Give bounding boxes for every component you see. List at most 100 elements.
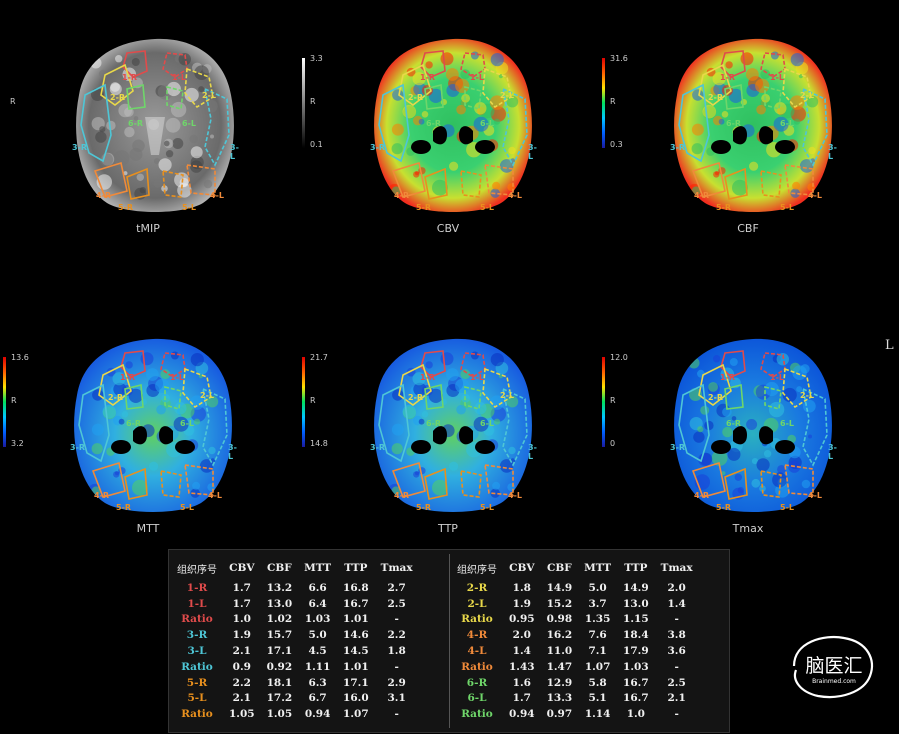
row-name: 1-L bbox=[187, 597, 207, 610]
mtt-colorbar: 13.6 R 3.2 bbox=[3, 353, 43, 453]
table-cell: 0.94 bbox=[509, 708, 535, 721]
region-tag: 1-R bbox=[420, 373, 436, 382]
table-cell: 12.9 bbox=[546, 676, 573, 689]
table-cell: 1.6 bbox=[512, 676, 531, 689]
region-tag: 5-R bbox=[716, 203, 732, 212]
table-row: 5-L 2.1 17.2 6.7 16.0 3.1 bbox=[171, 691, 419, 707]
table-cell: 1.4 bbox=[512, 645, 531, 658]
table-right: 组织序号 CBV CBF MTT TTP Tmax 2-R 1.8 14.9 5.0 14.9 2.0… bbox=[451, 556, 699, 722]
region-tag: 4-L bbox=[208, 491, 222, 500]
region-tag: 3-R bbox=[670, 143, 686, 152]
table-cell: - bbox=[674, 708, 679, 721]
table-cell: 16.7 bbox=[343, 597, 369, 610]
table-cell: 1.7 bbox=[232, 581, 251, 594]
table-cell: 14.5 bbox=[343, 645, 369, 658]
table-header: Tmax bbox=[380, 562, 413, 574]
table-header: CBF bbox=[267, 562, 292, 574]
tmax-colorbar: 12.0 R 0 bbox=[602, 353, 642, 453]
table-cell: 15.7 bbox=[266, 629, 293, 642]
region-tag: 3-L bbox=[228, 443, 237, 461]
table-cell: 1.0 bbox=[232, 613, 251, 626]
table-cell: 1.9 bbox=[232, 629, 251, 642]
tmax-label: Tmax bbox=[732, 522, 764, 535]
table-cell: 1.11 bbox=[304, 660, 331, 673]
table-cell: 3.1 bbox=[387, 692, 406, 705]
region-tag: 6-R bbox=[426, 419, 442, 428]
region-tag: 6-L bbox=[182, 119, 196, 128]
region-tag: 4-R bbox=[94, 491, 110, 500]
cbv-brain-map: 1-R 1-L 2-R 2-L 3-R 3-L 4-R 4-L 5-R 5-L 6-R 6-L bbox=[368, 33, 538, 221]
region-tag: 5-L bbox=[480, 503, 494, 512]
table-cell: 6.4 bbox=[308, 597, 327, 610]
mtt-label: MTT bbox=[136, 522, 160, 535]
table-row: Ratio 1.43 1.47 1.07 1.03 - bbox=[451, 659, 699, 675]
region-tag: 1-R bbox=[120, 373, 136, 382]
table-cell: - bbox=[394, 660, 399, 673]
table-header: TTP bbox=[624, 562, 648, 574]
region-tag: 2-R bbox=[708, 393, 724, 402]
table-cell: 3.8 bbox=[667, 629, 686, 642]
region-tag: 5-R bbox=[116, 503, 132, 512]
ttp-colorbar: 21.7 R 14.8 bbox=[302, 353, 342, 453]
table-row: 6-R 1.6 12.9 5.8 16.7 2.5 bbox=[451, 675, 699, 691]
table-cell: 0.98 bbox=[546, 613, 573, 626]
region-tag: 3-L bbox=[528, 443, 537, 461]
cbf-label: CBF bbox=[737, 222, 759, 235]
region-tag: 3-R bbox=[670, 443, 686, 452]
table-row: 3-L 2.1 17.1 4.5 14.5 1.8 bbox=[171, 643, 419, 659]
region-tag: 6-L bbox=[180, 419, 194, 428]
table-cell: 17.2 bbox=[266, 692, 293, 705]
row-name: Ratio bbox=[181, 708, 213, 721]
logo-sub-text: Brainmed.com bbox=[812, 678, 856, 685]
table-cell: 1.8 bbox=[512, 581, 531, 594]
region-tag: 5-L bbox=[780, 503, 794, 512]
region-tag: 1-L bbox=[172, 73, 186, 82]
cbv-colorbar: 31.6 R 0.3 bbox=[602, 54, 642, 154]
row-name: 2-L bbox=[467, 597, 487, 610]
region-tag: 1-L bbox=[470, 73, 484, 82]
tmip-label: tMIP bbox=[136, 222, 160, 235]
table-cell: 18.1 bbox=[266, 676, 293, 689]
table-cell: 1.03 bbox=[623, 660, 649, 673]
table-left: 组织序号 CBV CBF MTT TTP Tmax 1-R 1.7 13.2 6.6 16.8 2.7… bbox=[171, 556, 419, 722]
table-cell: 5.0 bbox=[588, 581, 607, 594]
region-tag: 3-L bbox=[828, 443, 837, 461]
side-label-right: R bbox=[10, 97, 16, 106]
region-tag: 5-R bbox=[118, 203, 134, 212]
table-cell: 14.9 bbox=[546, 581, 573, 594]
region-tag: 2-R bbox=[708, 93, 724, 102]
table-cell: - bbox=[394, 708, 399, 721]
table-row: Ratio 0.9 0.92 1.11 1.01 - bbox=[171, 659, 419, 675]
table-cell: 6.3 bbox=[308, 676, 327, 689]
region-tag: 3-R bbox=[370, 443, 386, 452]
region-tag: 4-R bbox=[694, 191, 710, 200]
region-tag: 3-R bbox=[370, 143, 386, 152]
table-row: 3-R 1.9 15.7 5.0 14.6 2.2 bbox=[171, 627, 419, 643]
row-name: 6-R bbox=[466, 676, 488, 689]
region-tag: 4-R bbox=[394, 191, 410, 200]
region-tag: 1-R bbox=[122, 73, 138, 82]
row-name: 6-L bbox=[467, 692, 487, 705]
table-header: TTP bbox=[344, 562, 368, 574]
region-tag: 3-L bbox=[230, 143, 239, 161]
region-tag: 6-R bbox=[128, 119, 144, 128]
table-cell: - bbox=[674, 660, 679, 673]
region-tag: 4-L bbox=[508, 491, 522, 500]
perfusion-table-panel: 组织序号 CBV CBF MTT TTP Tmax 1-R 1.7 13.2 6.6 16.8 2.7… bbox=[168, 549, 730, 733]
row-name: 4-L bbox=[467, 645, 487, 658]
region-tag: 1-L bbox=[770, 373, 784, 382]
ttp-label: TTP bbox=[438, 522, 458, 535]
region-tag: 3-R bbox=[72, 143, 88, 152]
table-cell: 13.0 bbox=[623, 597, 649, 610]
table-cell: 14.6 bbox=[343, 629, 369, 642]
brainmed-logo: 脑医汇 Brainmed.com bbox=[784, 630, 880, 702]
table-row: Ratio 0.95 0.98 1.35 1.15 - bbox=[451, 612, 699, 628]
region-tag: 5-L bbox=[480, 203, 494, 212]
region-tag: 2-L bbox=[200, 391, 214, 400]
table-row: 2-R 1.8 14.9 5.0 14.9 2.0 bbox=[451, 580, 699, 596]
table-cell: 1.9 bbox=[512, 597, 531, 610]
table-cell: 2.1 bbox=[232, 692, 251, 705]
region-tag: 2-R bbox=[110, 93, 126, 102]
table-cell: 5.1 bbox=[588, 692, 607, 705]
table-divider bbox=[449, 554, 450, 728]
